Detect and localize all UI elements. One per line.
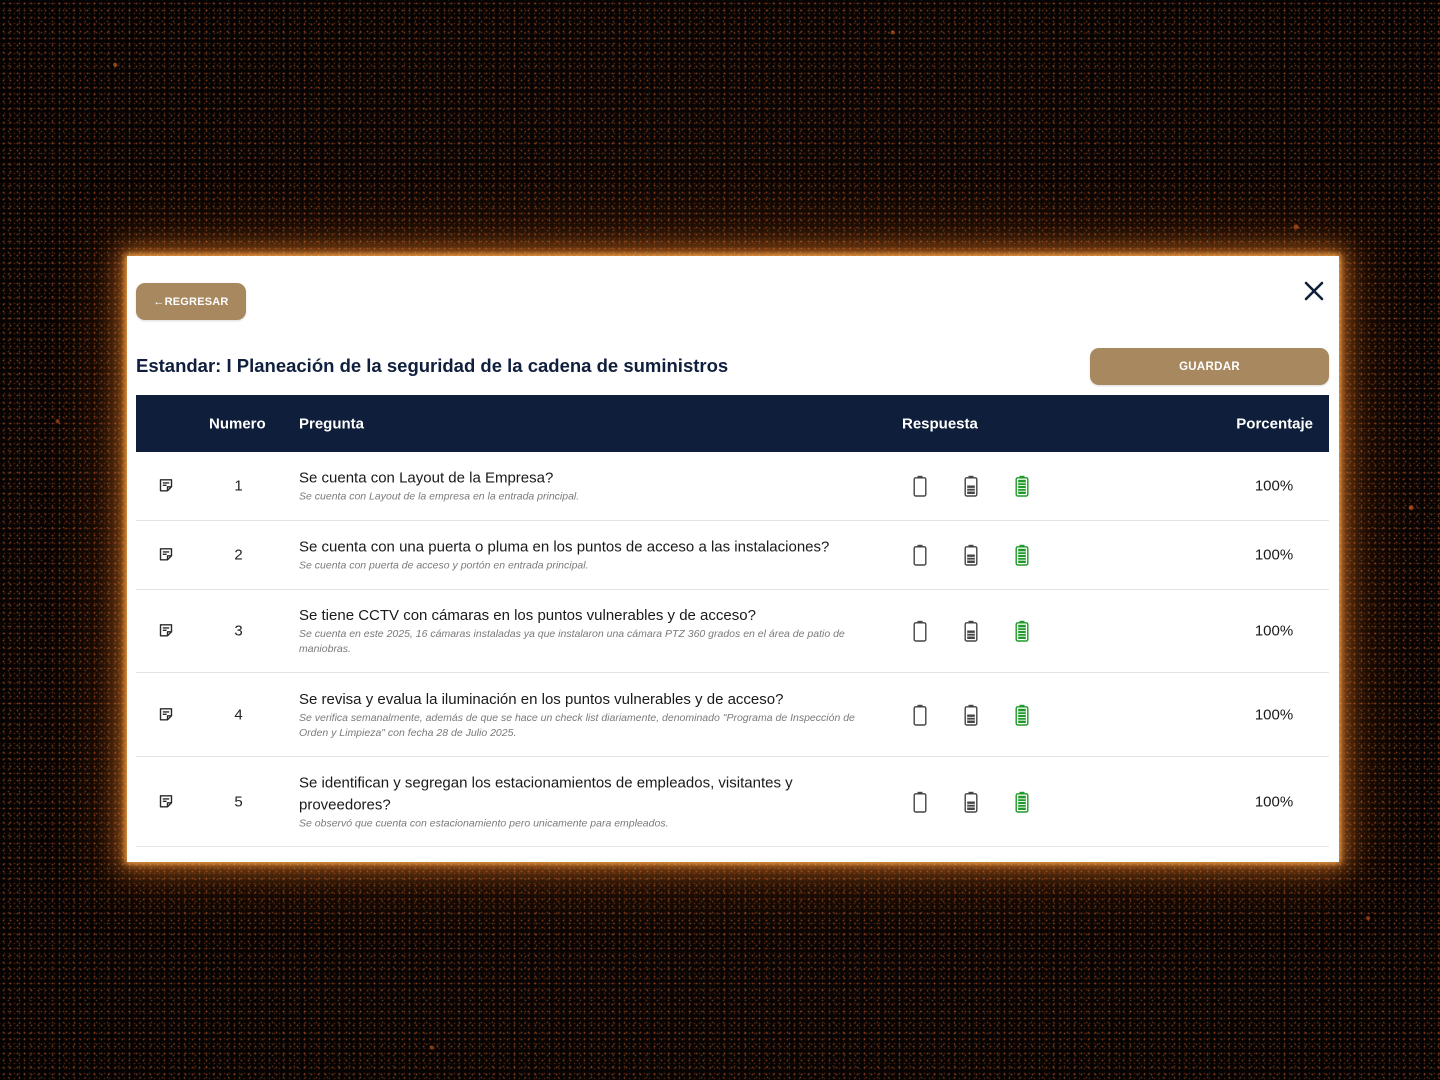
observation-text: Se verifica semanalmente, además de que … (299, 711, 855, 739)
table-row: 5 Se identifican y segregan los estacion… (136, 757, 1329, 847)
note-icon[interactable] (159, 707, 173, 721)
question-text: Se cuenta con Layout de la Empresa? (299, 469, 554, 487)
table-row: 1 Se cuenta con Layout de la Empresa? Se… (136, 452, 1329, 521)
column-header-numero: Numero (209, 415, 266, 432)
percentage-value: 100% (1254, 477, 1294, 495)
battery-empty-icon[interactable] (913, 704, 927, 726)
close-button[interactable] (1301, 278, 1327, 304)
observation-text: Se observó que cuenta con estacionamient… (299, 817, 669, 829)
back-button[interactable]: ←REGRESAR (136, 283, 246, 320)
battery-full-icon[interactable] (1015, 475, 1029, 497)
observation-text: Se cuenta con puerta de acceso y portón … (299, 559, 589, 572)
note-icon[interactable] (159, 794, 173, 808)
table-row: 4 Se revisa y evalua la iluminación en l… (136, 673, 1329, 757)
column-header-pregunta: Pregunta (299, 415, 365, 432)
question-cell: Se tiene CCTV con cámaras en los puntos … (299, 605, 874, 657)
note-icon[interactable] (159, 478, 173, 492)
row-number: 5 (234, 793, 243, 810)
battery-full-icon[interactable] (1015, 620, 1029, 642)
note-icon[interactable] (159, 547, 173, 561)
percentage-value: 100% (1254, 706, 1294, 723)
battery-half-icon[interactable] (964, 791, 978, 813)
observation-text: Se cuenta con Layout de la empresa en la… (299, 490, 580, 503)
battery-empty-icon[interactable] (913, 791, 927, 813)
battery-full-icon[interactable] (1015, 791, 1029, 813)
row-number: 2 (234, 546, 243, 564)
battery-half-icon[interactable] (964, 544, 978, 566)
question-cell: Se revisa y evalua la iluminación en los… (299, 689, 874, 741)
question-cell: Se cuenta con Layout de la Empresa? Se c… (299, 468, 874, 505)
percentage-value: 100% (1254, 793, 1294, 810)
note-icon[interactable] (159, 623, 173, 637)
table-row: 3 Se tiene CCTV con cámaras en los punto… (136, 590, 1329, 673)
question-text: Se cuenta con una puerta o pluma en los … (299, 538, 830, 556)
row-number: 4 (234, 706, 243, 723)
percentage-value: 100% (1254, 546, 1294, 564)
battery-empty-icon[interactable] (913, 620, 927, 642)
question-cell: Se identifican y segregan los estacionam… (299, 772, 874, 831)
question-text: Se tiene CCTV con cámaras en los puntos … (299, 607, 756, 624)
question-text: Se identifican y segregan los estacionam… (299, 774, 793, 813)
save-button[interactable]: GUARDAR (1090, 348, 1329, 385)
page-title: Estandar: I Planeación de la seguridad d… (136, 355, 729, 376)
percentage-value: 100% (1254, 622, 1294, 640)
battery-full-icon[interactable] (1015, 704, 1029, 726)
battery-half-icon[interactable] (964, 620, 978, 642)
row-number: 1 (234, 477, 243, 495)
battery-half-icon[interactable] (964, 704, 978, 726)
questions-table: Numero Pregunta Respuesta Porcentaje 1 S… (136, 395, 1329, 847)
battery-half-icon[interactable] (964, 475, 978, 497)
battery-empty-icon[interactable] (913, 544, 927, 566)
evaluation-modal: ←REGRESAR Estandar: I Planeación de la s… (127, 256, 1339, 862)
battery-full-icon[interactable] (1015, 544, 1029, 566)
question-cell: Se cuenta con una puerta o pluma en los … (299, 537, 874, 574)
row-number: 3 (234, 622, 243, 640)
table-row: 2 Se cuenta con una puerta o pluma en lo… (136, 521, 1329, 590)
battery-empty-icon[interactable] (913, 475, 927, 497)
column-header-porcentaje: Porcentaje (1236, 415, 1313, 432)
close-icon (1304, 281, 1324, 301)
table-header: Numero Pregunta Respuesta Porcentaje (136, 395, 1329, 452)
column-header-respuesta: Respuesta (902, 415, 978, 432)
observation-text: Se cuenta en este 2025, 16 cámaras insta… (299, 628, 845, 655)
question-text: Se revisa y evalua la iluminación en los… (299, 690, 784, 708)
